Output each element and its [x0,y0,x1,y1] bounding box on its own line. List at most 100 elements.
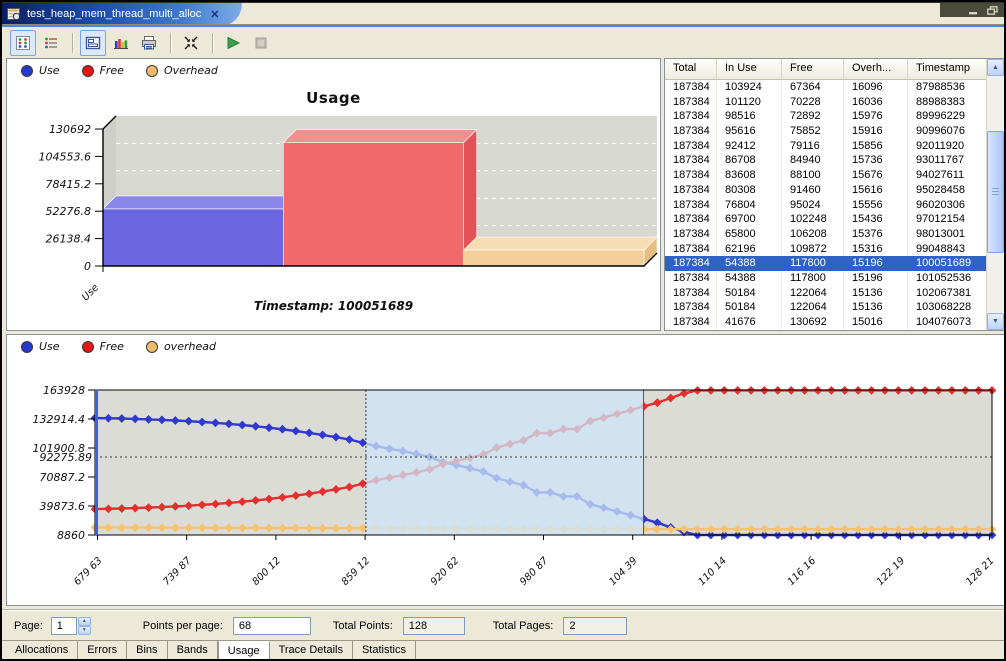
table-row[interactable]: 187384658001062081537698013001 [665,227,987,242]
table-row[interactable]: 1873844167613069215016104076073 [665,315,987,330]
spinner-up-icon[interactable]: ▲ [78,617,91,626]
print-button[interactable] [136,30,162,56]
free-swatch-icon [82,65,94,77]
bottom-tab-bands[interactable]: Bands [168,641,218,660]
table-cell: 187384 [665,95,717,110]
scrollbar-thumb[interactable] [987,131,1004,253]
free-swatch-icon [82,341,94,353]
bottom-tab-trace-details[interactable]: Trace Details [270,641,353,660]
view-tab[interactable]: test_heap_mem_thread_multi_alloc ✕ [2,3,242,25]
table-cell: 187384 [665,271,717,286]
show-overview-button[interactable] [80,30,106,56]
toolbar [2,27,1004,58]
table-cell: 187384 [665,183,717,198]
fit-to-window-button[interactable] [178,30,204,56]
table-row[interactable]: 187384103924673641609687988536 [665,80,987,95]
stop-button[interactable] [248,30,274,56]
x-tick-label: 679 63 [72,555,105,588]
table-cell: 50184 [717,286,782,301]
table-cell: 79116 [782,139,844,154]
table-cell: 65800 [717,227,782,242]
table-cell: 15196 [844,271,908,286]
bottom-tab-usage[interactable]: Usage [218,641,270,660]
spinner-down-icon[interactable]: ▼ [78,626,91,635]
table-row[interactable]: 187384697001022481543697012154 [665,212,987,227]
table-cell: 75852 [782,124,844,139]
table-cell: 187384 [665,315,717,330]
table-cell: 15856 [844,139,908,154]
y-tick-label: 8860 [57,529,85,542]
table-cell: 102248 [782,212,844,227]
table-row[interactable]: 187384621961098721531699048843 [665,242,987,257]
table-cell: 187384 [665,124,717,139]
bottom-tab-statistics[interactable]: Statistics [353,641,416,660]
table-row[interactable]: 18738495616758521591690996076 [665,124,987,139]
table-cell: 15736 [844,153,908,168]
legend-label: Free [100,64,124,77]
points-per-page-label: Points per page: [143,620,223,632]
table-row[interactable]: 187384101120702281603688988383 [665,95,987,110]
close-tab-icon[interactable]: ✕ [210,8,219,21]
table-cell: 86708 [717,153,782,168]
column-header-total[interactable]: Total [665,59,717,79]
column-header-timestamp[interactable]: Timestamp [908,59,987,79]
column-header-in-use[interactable]: In Use [717,59,782,79]
table-cell: 67364 [782,80,844,95]
table-row[interactable]: 1873845018412206415136103068228 [665,300,987,315]
table-row[interactable]: 18738483608881001567694027611 [665,168,987,183]
page-spinner[interactable]: ▲ ▼ [78,617,91,635]
column-header-overh-[interactable]: Overh... [844,59,908,79]
usage-bar-chart[interactable]: 026138.452276.878415.2104553.6130692Use [7,59,660,330]
table-cell: 103924 [717,80,782,95]
table-cell: 94027611 [908,168,987,183]
bottom-tab-bins[interactable]: Bins [127,641,167,660]
table-cell: 87988536 [908,80,987,95]
y-tick-label: 70887.2 [40,471,86,484]
table-row[interactable]: 18738492412791161585692011920 [665,139,987,154]
selection-region [366,390,644,535]
page-input[interactable]: 1 [51,617,77,635]
table-cell: 95024 [782,198,844,213]
table-scrollbar[interactable]: ▲ ▼ [986,59,1004,330]
scroll-up-icon[interactable]: ▲ [987,59,1004,76]
table-cell: 72892 [782,109,844,124]
table-cell: 15556 [844,198,908,213]
printer-icon [141,35,157,51]
total-points-label: Total Points: [333,620,393,632]
table-row[interactable]: 18738498516728921597689996229 [665,109,987,124]
view-list-button[interactable] [38,30,64,56]
table-row[interactable]: 18738476804950241555696020306 [665,198,987,213]
fit-arrows-icon [183,35,199,51]
minimize-icon[interactable] [968,6,979,15]
y-tick-label: 39873.6 [40,500,86,513]
table-cell: 15676 [844,168,908,183]
bar-top-Free [283,130,476,143]
scroll-down-icon[interactable]: ▼ [987,313,1004,330]
table-cell: 130692 [782,315,844,330]
table-row[interactable]: 1873845018412206415136102067381 [665,286,987,301]
legend-item-free: Free [82,64,124,77]
table-row[interactable]: 18738486708849401573693011767 [665,153,987,168]
restore-icon[interactable] [987,6,998,15]
table-cell: 95028458 [908,183,987,198]
view-detail-button[interactable] [10,30,36,56]
table-cell: 97012154 [908,212,987,227]
trend-line-chart[interactable]: 886039873.670887.2101900.8132914.4163928… [7,335,1004,605]
stop-icon [253,35,269,51]
column-header-free[interactable]: Free [782,59,844,79]
table-cell: 83608 [717,168,782,183]
run-button[interactable] [220,30,246,56]
y-tick-label: 26138.4 [46,233,92,246]
table-cell: 122064 [782,300,844,315]
points-per-page-input[interactable]: 68 [233,617,311,635]
bottom-tab-errors[interactable]: Errors [78,641,127,660]
table-cell: 15916 [844,124,908,139]
table-cell: 15976 [844,109,908,124]
table-row[interactable]: 1873845438811780015196101052536 [665,271,987,286]
table-cell: 15436 [844,212,908,227]
table-cell: 76804 [717,198,782,213]
table-row[interactable]: 18738480308914601561695028458 [665,183,987,198]
bar-chart-button[interactable] [108,30,134,56]
bottom-tab-allocations[interactable]: Allocations [6,641,78,660]
table-row-selected[interactable]: 1873845438811780015196100051689 [665,256,987,271]
